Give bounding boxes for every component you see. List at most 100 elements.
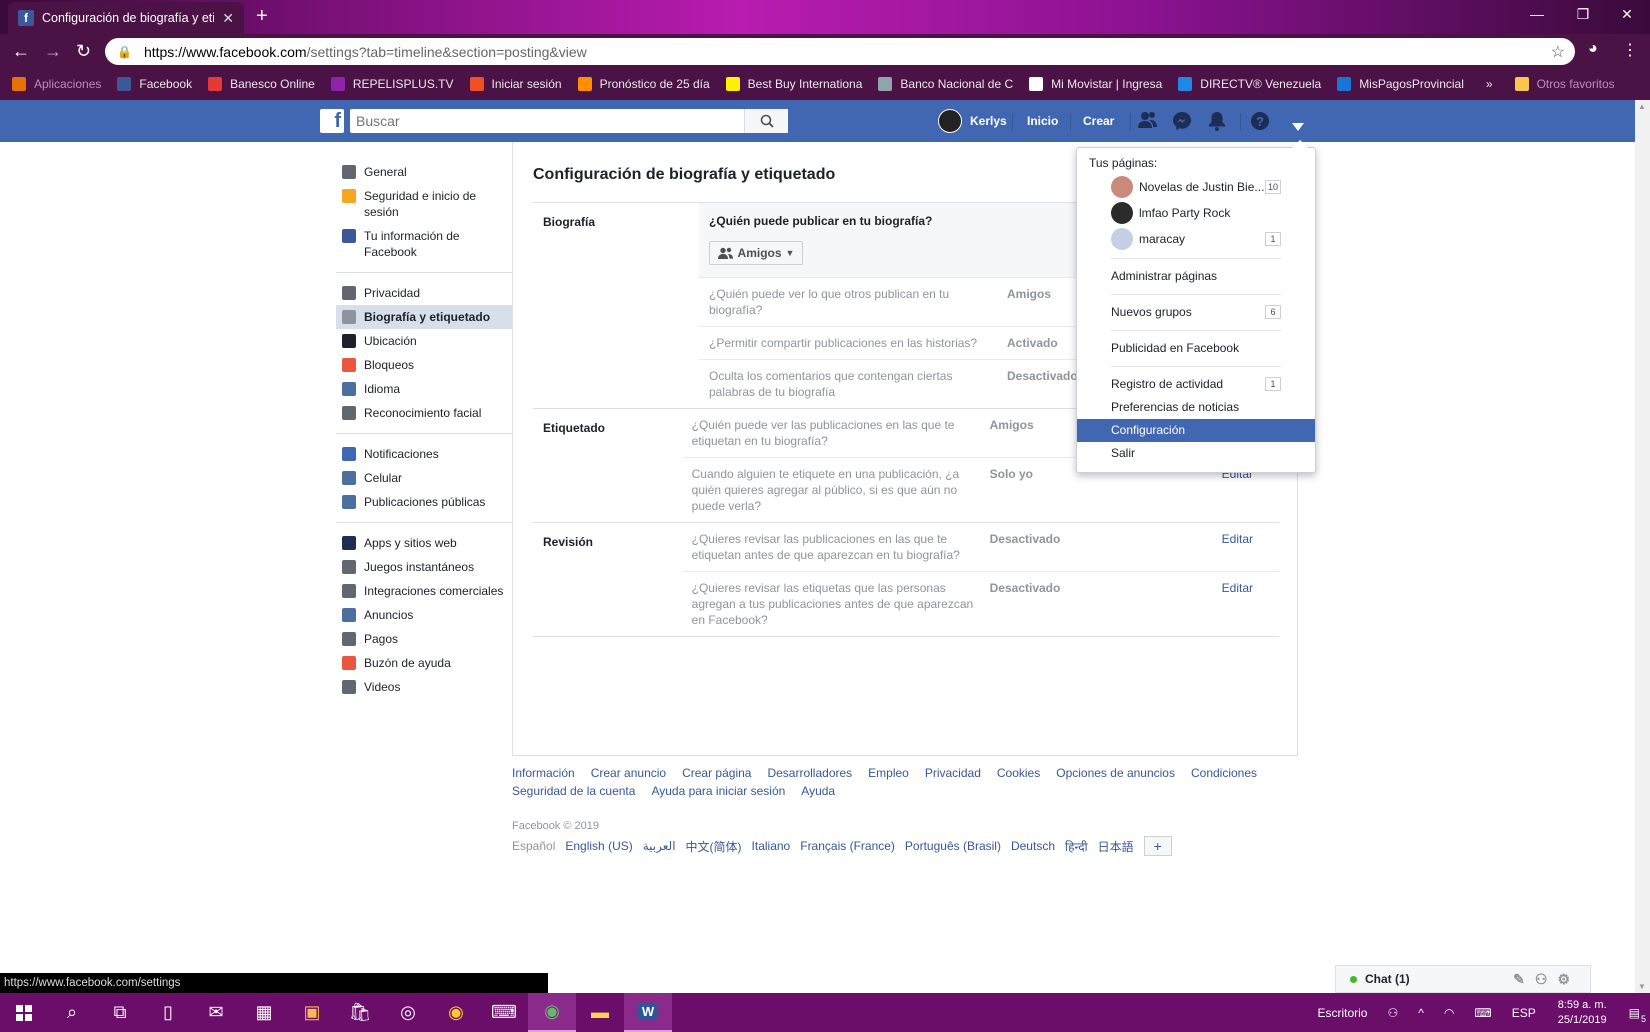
globe-extension-icon[interactable]: ◕ [1588, 40, 1598, 58]
footer-link[interactable]: Seguridad de la cuenta [512, 782, 635, 800]
sidebar-item[interactable]: Publicaciones públicas [336, 490, 512, 514]
sidebar-item[interactable]: Videos [336, 675, 512, 699]
language-link[interactable]: हिन्दी [1065, 838, 1088, 855]
scroll-down-icon[interactable]: ▼ [1638, 982, 1646, 991]
menu-item[interactable]: Publicidad en Facebook [1077, 337, 1315, 360]
friend-requests-icon[interactable] [1138, 111, 1158, 134]
sidebar-item[interactable]: Idioma [336, 377, 512, 401]
language-link[interactable]: Português (Brasil) [905, 839, 1001, 853]
language-link[interactable]: English (US) [565, 839, 632, 853]
bookmark-item[interactable]: Banesco Online [208, 77, 315, 91]
window-close-icon[interactable]: ✕ [1604, 0, 1650, 28]
back-arrow-icon[interactable]: ← [12, 41, 30, 62]
language-link[interactable]: 日本語 [1098, 838, 1134, 855]
bookmark-item[interactable]: MisPagosProvincial [1337, 77, 1464, 91]
active-tab[interactable]: f Configuración de biografía y etiq ✕ [8, 2, 244, 34]
bookmark-item[interactable]: Best Buy Internationa [725, 77, 862, 91]
language-link[interactable]: Deutsch [1011, 839, 1055, 853]
search-icon[interactable]: ⌕ [48, 993, 96, 1032]
bookmark-item[interactable]: Mi Movistar | Ingresa [1029, 77, 1162, 91]
paint-icon[interactable]: ▣ [288, 993, 336, 1032]
setting-row[interactable]: ¿Quieres revisar las publicaciones en la… [681, 523, 1279, 572]
language-link[interactable]: 中文(简体) [686, 838, 742, 855]
bookmarks-overflow-icon[interactable]: » [1486, 77, 1493, 91]
new-tab-button[interactable]: + [256, 5, 268, 28]
sidebar-item[interactable]: Pagos [336, 627, 512, 651]
menu-item[interactable]: Registro de actividad 1 [1077, 373, 1315, 396]
menu-item[interactable]: Salir [1077, 442, 1315, 465]
wifi-icon[interactable]: ◠ [1444, 1006, 1454, 1020]
bookmark-item[interactable]: Banco Nacional de C [878, 77, 1013, 91]
notepad-icon[interactable]: ▯ [144, 993, 192, 1032]
page-item[interactable]: Novelas de Justin Bie... 10 [1077, 174, 1315, 200]
minimize-icon[interactable]: — [1514, 0, 1560, 28]
tray-chevron-icon[interactable]: ^ [1418, 1006, 1424, 1020]
sidebar-item[interactable]: Tu información de Facebook [336, 224, 512, 264]
menu-item[interactable]: Administrar páginas [1077, 265, 1315, 288]
file-explorer-icon[interactable]: ▬ [576, 993, 624, 1032]
sidebar-item[interactable]: Buzón de ayuda [336, 651, 512, 675]
browser-menu-icon[interactable]: ⋮ [1622, 40, 1638, 60]
language-link[interactable]: Français (France) [800, 839, 895, 853]
keyboard-icon[interactable]: ⌨ [1474, 1006, 1491, 1020]
sidebar-item[interactable]: Apps y sitios web [336, 531, 512, 555]
edit-link[interactable]: Editar [1222, 466, 1269, 514]
sidebar-item[interactable]: General [336, 160, 512, 184]
search-input[interactable] [350, 109, 788, 133]
groove-music-icon[interactable]: ◎ [384, 993, 432, 1032]
account-menu-chevron-icon[interactable] [1292, 116, 1304, 136]
footer-link[interactable]: Información [512, 764, 575, 782]
sidebar-item[interactable]: Juegos instantáneos [336, 555, 512, 579]
menu-item[interactable]: Preferencias de noticias [1077, 396, 1315, 419]
page-item[interactable]: lmfao Party Rock [1077, 200, 1315, 226]
footer-link[interactable]: Crear página [682, 764, 751, 782]
page-scrollbar[interactable]: ▲ ▼ [1635, 100, 1650, 993]
audience-selector[interactable]: Amigos ▼ [709, 241, 803, 265]
bookmark-item[interactable]: Iniciar sesión [469, 77, 562, 91]
sidebar-item[interactable]: Bloqueos [336, 353, 512, 377]
bookmark-item[interactable]: DIRECTV® Venezuela [1178, 77, 1321, 91]
keyboard-app-icon[interactable]: ⌨ [480, 993, 528, 1032]
sidebar-item[interactable]: Anuncios [336, 603, 512, 627]
chrome-icon[interactable]: ◉ [432, 993, 480, 1032]
input-language[interactable]: ESP [1512, 1006, 1536, 1020]
tab-close-icon[interactable]: ✕ [222, 10, 234, 27]
footer-link[interactable]: Ayuda para iniciar sesión [651, 782, 785, 800]
setting-row[interactable]: ¿Quieres revisar las etiquetas que las p… [682, 572, 1279, 636]
bookmark-item[interactable]: Facebook [117, 77, 192, 91]
chat-options-icons[interactable]: ✎⚇⚙ [1513, 971, 1580, 988]
calculator-icon[interactable]: ▦ [240, 993, 288, 1032]
sidebar-item[interactable]: Ubicación [336, 329, 512, 353]
menu-item[interactable]: Nuevos grupos 6 [1077, 301, 1315, 324]
sidebar-item[interactable]: Celular [336, 466, 512, 490]
footer-link[interactable]: Crear anuncio [591, 764, 666, 782]
create-link[interactable]: Crear [1083, 114, 1114, 128]
bookmark-item[interactable]: REPELISPLUS.TV [330, 77, 454, 91]
help-icon[interactable]: ? [1250, 111, 1270, 136]
restore-icon[interactable]: ❐ [1560, 0, 1606, 28]
profile-link[interactable]: Kerlys [938, 109, 1007, 133]
bell-icon[interactable] [1208, 111, 1226, 136]
bookmark-item[interactable]: Aplicaciones [12, 77, 101, 91]
other-bookmarks[interactable]: Otros favoritos [1514, 77, 1615, 91]
sidebar-item[interactable]: Reconocimiento facial [336, 401, 512, 425]
footer-link[interactable]: Condiciones [1191, 764, 1257, 782]
people-icon[interactable]: ⚇ [1387, 1006, 1398, 1020]
action-center-icon[interactable]: ▤ 5 [1629, 1006, 1646, 1024]
sidebar-item[interactable]: Seguridad e inicio de sesión [336, 184, 512, 224]
clock[interactable]: 8:59 a. m. 25/1/2019 [1558, 998, 1607, 1028]
forward-arrow-icon[interactable]: → [44, 41, 62, 62]
sidebar-item[interactable]: Biografía y etiquetado [336, 305, 512, 329]
reload-icon[interactable]: ↻ [76, 41, 91, 62]
mail-icon[interactable]: ✉ [192, 993, 240, 1032]
footer-link[interactable]: Opciones de anuncios [1056, 764, 1175, 782]
footer-link[interactable]: Empleo [868, 764, 909, 782]
scroll-up-icon[interactable]: ▲ [1638, 102, 1646, 111]
edit-link[interactable]: Editar [1222, 531, 1269, 563]
sidebar-item[interactable]: Integraciones comerciales [336, 579, 512, 603]
language-link[interactable]: Italiano [752, 839, 791, 853]
bookmark-star-icon[interactable]: ☆ [1551, 42, 1565, 62]
address-bar[interactable]: 🔒 https://www.facebook.com /settings?tab… [105, 38, 1575, 65]
chat-bar[interactable]: Chat (1) ✎⚇⚙ [1335, 965, 1591, 993]
footer-link[interactable]: Privacidad [925, 764, 981, 782]
